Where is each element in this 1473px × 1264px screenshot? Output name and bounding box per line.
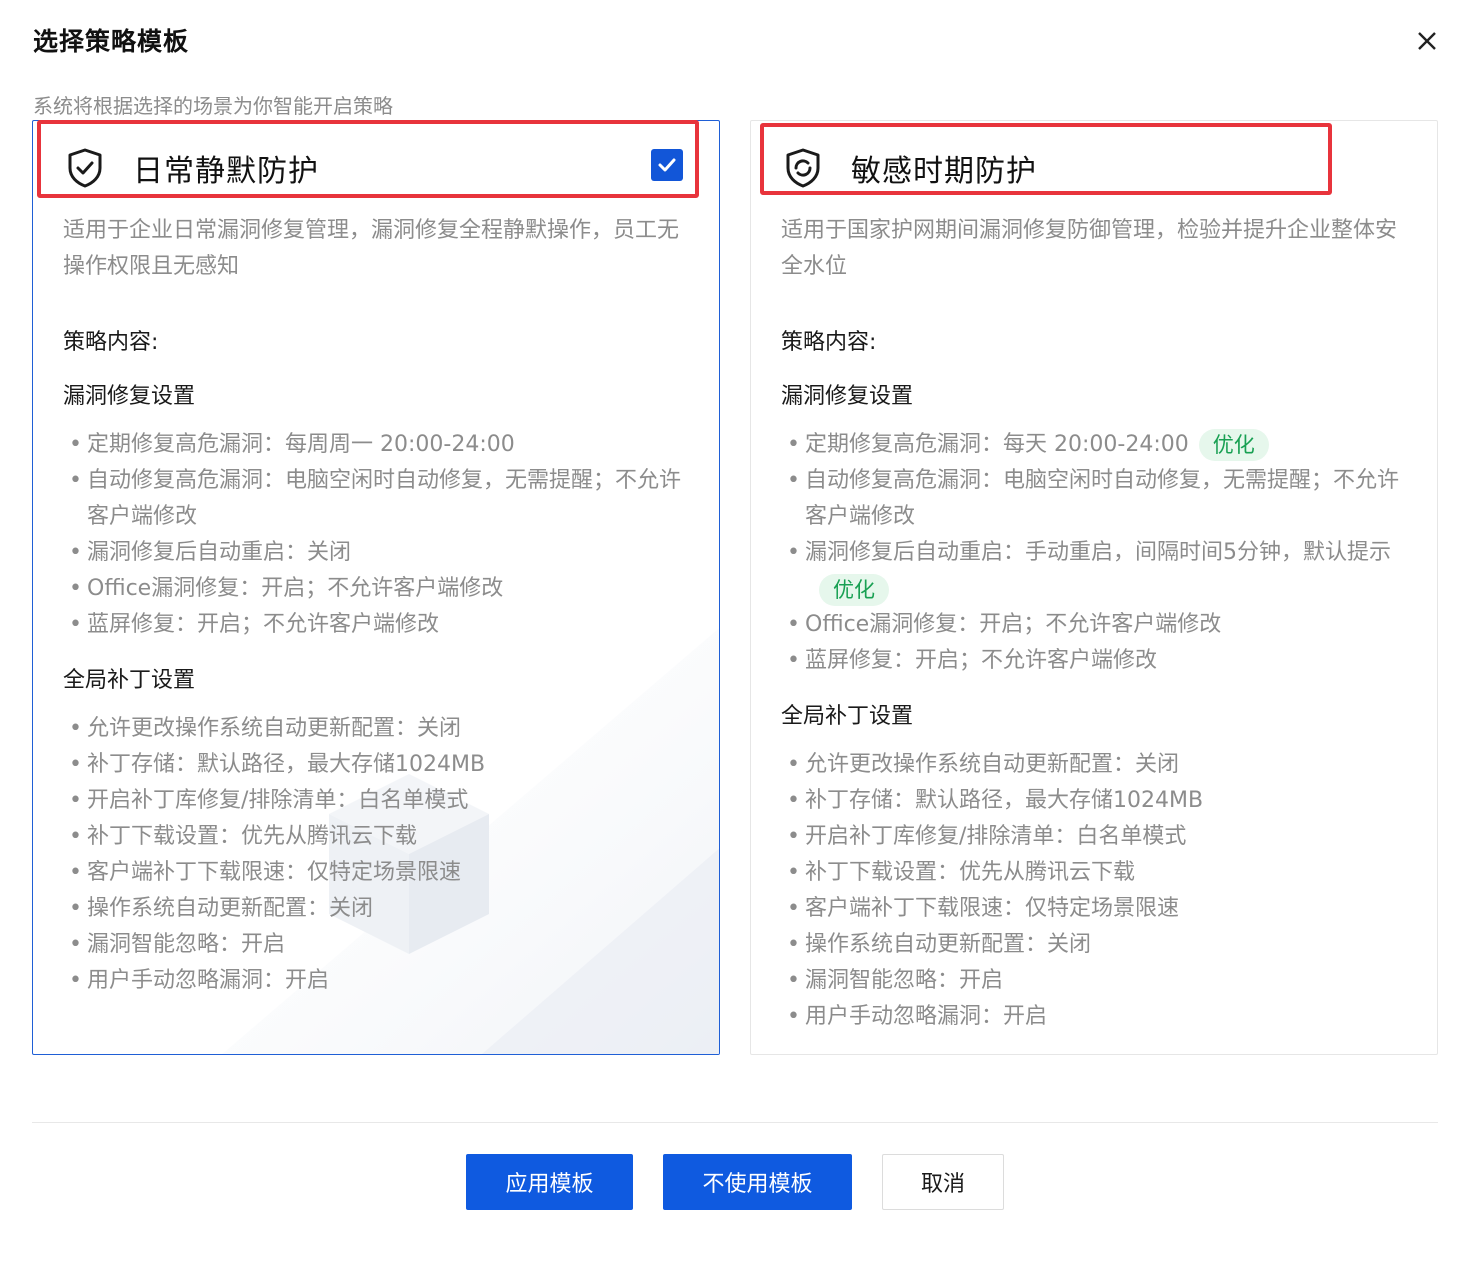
list-item: 自动修复高危漏洞：电脑空闲时自动修复，无需提醒；不允许客户端修改 xyxy=(63,463,689,535)
card-title: 敏感时期防护 xyxy=(851,154,1037,189)
list-item: Office漏洞修复：开启；不允许客户端修改 xyxy=(63,571,689,607)
close-icon[interactable] xyxy=(1412,26,1442,56)
list-item: 允许更改操作系统自动更新配置：关闭 xyxy=(63,711,689,747)
footer-divider xyxy=(32,1122,1438,1123)
list-item: 用户手动忽略漏洞：开启 xyxy=(781,999,1407,1035)
global-patch-list: 允许更改操作系统自动更新配置：关闭 补丁存储：默认路径，最大存储1024MB 开… xyxy=(63,711,689,999)
list-item: 定期修复高危漏洞：每周周一 20:00-24:00 xyxy=(63,427,689,463)
list-item: 蓝屏修复：开启；不允许客户端修改 xyxy=(781,643,1407,679)
list-item: 客户端补丁下载限速：仅特定场景限速 xyxy=(781,891,1407,927)
list-item: 开启补丁库修复/排除清单：白名单模式 xyxy=(781,819,1407,855)
list-item: 漏洞智能忽略：开启 xyxy=(781,963,1407,999)
check-icon xyxy=(658,158,676,172)
list-item: 漏洞修复后自动重启：手动重启，间隔时间5分钟，默认提示优化 xyxy=(781,535,1407,607)
section-title-global-patch: 全局补丁设置 xyxy=(63,668,196,693)
section-title-global-patch: 全局补丁设置 xyxy=(781,704,914,729)
apply-template-button[interactable]: 应用模板 xyxy=(466,1154,633,1210)
global-patch-list: 允许更改操作系统自动更新配置：关闭 补丁存储：默认路径，最大存储1024MB 开… xyxy=(781,747,1407,1035)
vuln-repair-list: 定期修复高危漏洞：每周周一 20:00-24:00 自动修复高危漏洞：电脑空闲时… xyxy=(63,427,689,643)
list-item: 用户手动忽略漏洞：开启 xyxy=(63,963,689,999)
strategy-content-label: 策略内容: xyxy=(63,330,159,355)
dialog-subtitle: 系统将根据选择的场景为你智能开启策略 xyxy=(33,94,393,118)
list-item: 操作系统自动更新配置：关闭 xyxy=(63,891,689,927)
vuln-repair-list: 定期修复高危漏洞：每天 20:00-24:00优化 自动修复高危漏洞：电脑空闲时… xyxy=(781,427,1407,679)
template-card-sensitive-period[interactable]: 敏感时期防护 适用于国家护网期间漏洞修复防御管理，检验并提升企业整体安全水位 策… xyxy=(750,120,1438,1055)
shield-check-icon xyxy=(68,148,102,188)
card-description: 适用于企业日常漏洞修复管理，漏洞修复全程静默操作，员工无操作权限且无感知 xyxy=(63,218,680,279)
list-item: Office漏洞修复：开启；不允许客户端修改 xyxy=(781,607,1407,643)
section-title-vuln-repair: 漏洞修复设置 xyxy=(63,384,196,409)
list-item: 漏洞智能忽略：开启 xyxy=(63,927,689,963)
optimized-badge: 优化 xyxy=(819,574,889,606)
list-item: 定期修复高危漏洞：每天 20:00-24:00优化 xyxy=(781,427,1407,463)
template-card-daily-silent[interactable]: 日常静默防护 适用于企业日常漏洞修复管理，漏洞修复全程静默操作，员工无操作权限且… xyxy=(32,120,720,1055)
no-template-button[interactable]: 不使用模板 xyxy=(663,1154,852,1210)
list-item: 漏洞修复后自动重启：关闭 xyxy=(63,535,689,571)
optimized-badge: 优化 xyxy=(1198,429,1269,461)
shield-refresh-icon xyxy=(786,148,820,188)
list-item: 补丁下载设置：优先从腾讯云下载 xyxy=(63,819,689,855)
list-item: 操作系统自动更新配置：关闭 xyxy=(781,927,1407,963)
strategy-content-label: 策略内容: xyxy=(781,330,877,355)
list-item: 允许更改操作系统自动更新配置：关闭 xyxy=(781,747,1407,783)
list-item: 补丁下载设置：优先从腾讯云下载 xyxy=(781,855,1407,891)
list-item: 开启补丁库修复/排除清单：白名单模式 xyxy=(63,783,689,819)
dialog-title: 选择策略模板 xyxy=(33,27,190,56)
list-item: 自动修复高危漏洞：电脑空闲时自动修复，无需提醒；不允许客户端修改 xyxy=(781,463,1407,535)
list-item: 补丁存储：默认路径，最大存储1024MB xyxy=(781,783,1407,819)
list-item: 补丁存储：默认路径，最大存储1024MB xyxy=(63,747,689,783)
select-checkbox[interactable] xyxy=(651,149,683,181)
card-description: 适用于国家护网期间漏洞修复防御管理，检验并提升企业整体安全水位 xyxy=(781,218,1398,279)
list-item: 客户端补丁下载限速：仅特定场景限速 xyxy=(63,855,689,891)
cancel-button[interactable]: 取消 xyxy=(882,1154,1004,1210)
section-title-vuln-repair: 漏洞修复设置 xyxy=(781,384,914,409)
card-title: 日常静默防护 xyxy=(133,154,319,189)
list-item: 蓝屏修复：开启；不允许客户端修改 xyxy=(63,607,689,643)
